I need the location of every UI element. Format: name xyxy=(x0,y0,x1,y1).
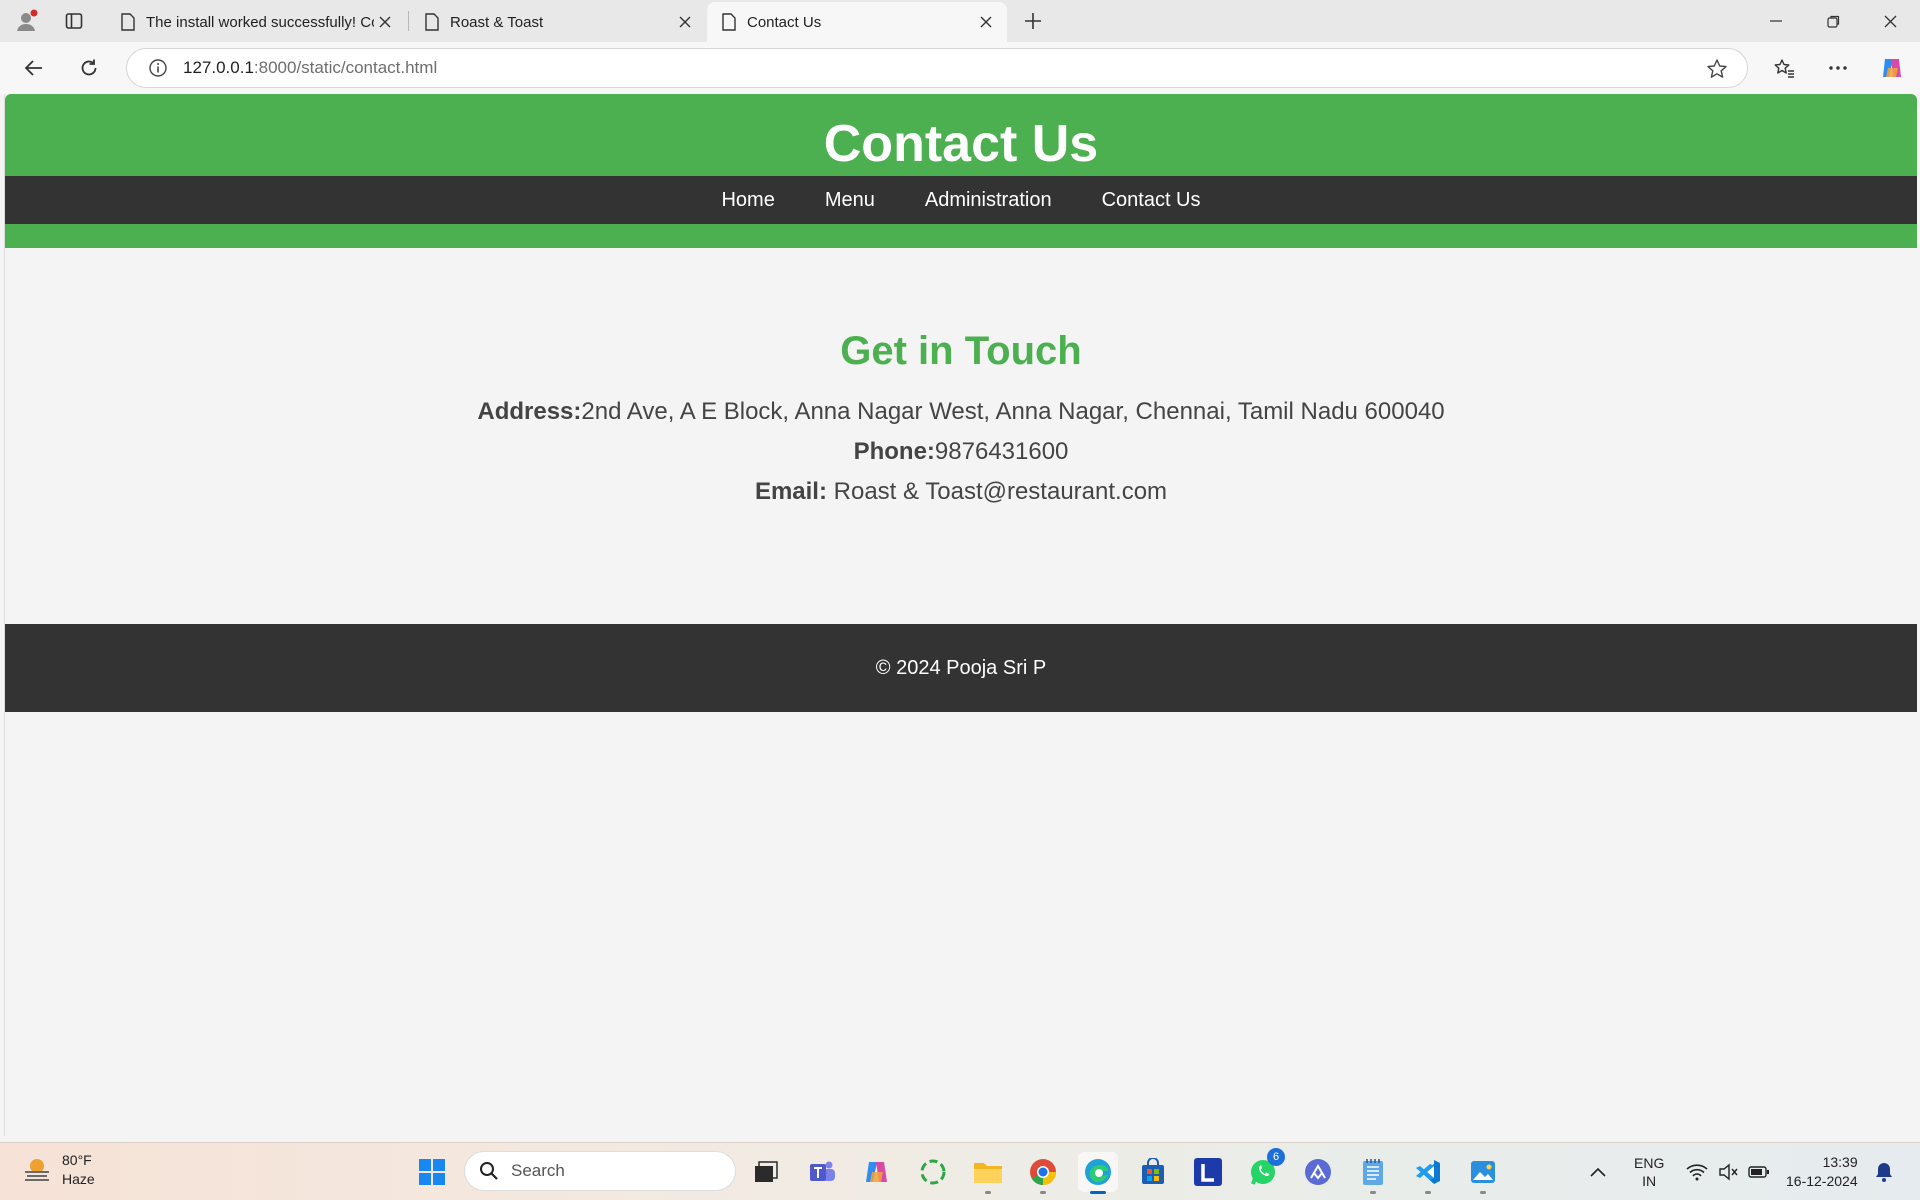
close-tab-icon[interactable] xyxy=(975,11,997,33)
tab-roast-and-toast[interactable]: Roast & Toast xyxy=(410,2,706,42)
contact-section: Get in Touch Address:2nd Ave, A E Block,… xyxy=(5,329,1917,512)
nav-link-menu[interactable]: Menu xyxy=(825,189,875,212)
browser-tab-bar: The install worked successfully! Co Roas… xyxy=(0,0,1920,42)
tab-title: The install worked successfully! Co xyxy=(146,13,374,31)
site-footer: © 2024 Pooja Sri P xyxy=(5,624,1917,712)
vertical-tabs-icon[interactable] xyxy=(60,7,88,35)
footer-copyright: © 2024 Pooja Sri P xyxy=(875,656,1047,679)
weather-widget[interactable]: 80°F Haze xyxy=(22,1151,95,1189)
weather-desc: Haze xyxy=(62,1171,95,1187)
active-indicator xyxy=(1090,1191,1106,1194)
language-code: ENG xyxy=(1634,1155,1665,1171)
notifications-bell-icon[interactable] xyxy=(1874,1143,1894,1200)
more-options-icon[interactable] xyxy=(1820,50,1856,86)
windows-taskbar: 80°F Haze Search 6 ENG IN 13:39 16-12-20… xyxy=(0,1142,1920,1200)
running-indicator xyxy=(1480,1191,1486,1194)
site-header: Contact Us Home Menu Administration Cont… xyxy=(5,94,1917,248)
wifi-icon xyxy=(1686,1164,1708,1181)
url-text: 127.0.0.1:8000/static/contact.html xyxy=(183,58,438,77)
tab-title: Contact Us xyxy=(747,13,822,31)
taskbar-search[interactable]: Search xyxy=(464,1151,736,1191)
weather-temp: 80°F xyxy=(62,1152,92,1168)
loading-app-icon[interactable] xyxy=(913,1152,953,1192)
favorites-icon[interactable] xyxy=(1766,50,1802,86)
phone-line: Phone:9876431600 xyxy=(5,432,1917,472)
running-indicator xyxy=(1425,1191,1431,1194)
clock[interactable]: 13:39 16-12-2024 xyxy=(1786,1143,1858,1200)
address-bar[interactable]: 127.0.0.1:8000/static/contact.html xyxy=(126,48,1748,88)
email-value: Roast & Toast@restaurant.com xyxy=(826,478,1168,505)
running-indicator xyxy=(1370,1191,1376,1194)
email-label: Email: xyxy=(754,478,827,505)
copilot-app-icon[interactable] xyxy=(857,1152,897,1192)
page-viewport: Contact Us Home Menu Administration Cont… xyxy=(4,94,1917,1136)
nav-link-contact-us[interactable]: Contact Us xyxy=(1102,189,1201,212)
page-icon xyxy=(121,13,135,31)
windows-start-icon[interactable] xyxy=(412,1152,452,1192)
tab-title: Roast & Toast xyxy=(450,13,544,31)
edge-icon[interactable] xyxy=(1078,1152,1118,1194)
photos-icon[interactable] xyxy=(1463,1152,1503,1194)
email-line: Email: Roast & Toast@restaurant.com xyxy=(5,472,1917,512)
page-icon xyxy=(722,13,736,31)
l-app-icon[interactable] xyxy=(1188,1152,1228,1192)
close-tab-icon[interactable] xyxy=(374,11,396,33)
search-placeholder: Search xyxy=(511,1161,565,1180)
page-title: Contact Us xyxy=(823,115,1099,173)
vscode-icon[interactable] xyxy=(1408,1152,1448,1194)
profile-icon[interactable] xyxy=(12,7,40,35)
task-view-icon[interactable] xyxy=(746,1152,786,1192)
page-icon xyxy=(425,13,439,31)
phone-label: Phone: xyxy=(853,438,935,465)
clock-time: 13:39 xyxy=(1822,1154,1858,1170)
copilot-icon[interactable] xyxy=(1874,50,1910,86)
notification-badge: 6 xyxy=(1267,1148,1285,1166)
chrome-icon[interactable] xyxy=(1023,1152,1063,1194)
reload-icon[interactable] xyxy=(71,50,107,86)
minimize-icon[interactable] xyxy=(1748,0,1804,42)
system-status-group[interactable] xyxy=(1686,1143,1770,1200)
address-label: Address: xyxy=(477,398,582,425)
search-icon xyxy=(480,1162,498,1180)
microsoft-store-icon[interactable] xyxy=(1133,1152,1173,1192)
haze-weather-icon xyxy=(25,1159,49,1181)
tab-contact-us[interactable]: Contact Us xyxy=(707,2,1007,42)
show-hidden-icons[interactable] xyxy=(1590,1143,1606,1200)
running-indicator xyxy=(985,1191,991,1194)
nav-link-administration[interactable]: Administration xyxy=(925,189,1052,212)
language-indicator[interactable]: ENG IN xyxy=(1634,1143,1664,1200)
teams-icon[interactable] xyxy=(802,1152,842,1192)
address-line: Address:2nd Ave, A E Block, Anna Nagar W… xyxy=(5,392,1917,432)
browser-toolbar: 127.0.0.1:8000/static/contact.html xyxy=(0,42,1920,94)
volume-muted-icon xyxy=(1719,1163,1738,1181)
nav-link-home[interactable]: Home xyxy=(721,189,774,212)
favorite-star-icon[interactable] xyxy=(1705,57,1729,81)
running-indicator xyxy=(1040,1191,1046,1194)
close-tab-icon[interactable] xyxy=(674,11,696,33)
address-value: 2nd Ave, A E Block, Anna Nagar West, Ann… xyxy=(581,398,1445,425)
site-info-icon[interactable] xyxy=(147,57,169,79)
new-tab-icon[interactable] xyxy=(1019,7,1047,35)
tab-install-worked[interactable]: The install worked successfully! Co xyxy=(106,2,406,42)
tab-separator xyxy=(408,11,409,31)
whatsapp-icon[interactable]: 6 xyxy=(1243,1148,1285,1192)
contact-heading: Get in Touch xyxy=(840,329,1082,373)
battery-icon xyxy=(1748,1166,1769,1178)
chevron-up-icon xyxy=(1590,1167,1606,1177)
back-icon[interactable] xyxy=(16,50,52,86)
clock-date: 16-12-2024 xyxy=(1786,1173,1858,1189)
notepad-icon[interactable] xyxy=(1353,1152,1393,1194)
file-explorer-icon[interactable] xyxy=(968,1152,1008,1194)
restore-icon[interactable] xyxy=(1805,0,1861,42)
close-window-icon[interactable] xyxy=(1862,0,1918,42)
site-nav: Home Menu Administration Contact Us xyxy=(5,176,1917,224)
phone-value: 9876431600 xyxy=(934,438,1069,465)
region-code: IN xyxy=(1642,1173,1657,1189)
vpn-app-icon[interactable] xyxy=(1298,1152,1338,1192)
